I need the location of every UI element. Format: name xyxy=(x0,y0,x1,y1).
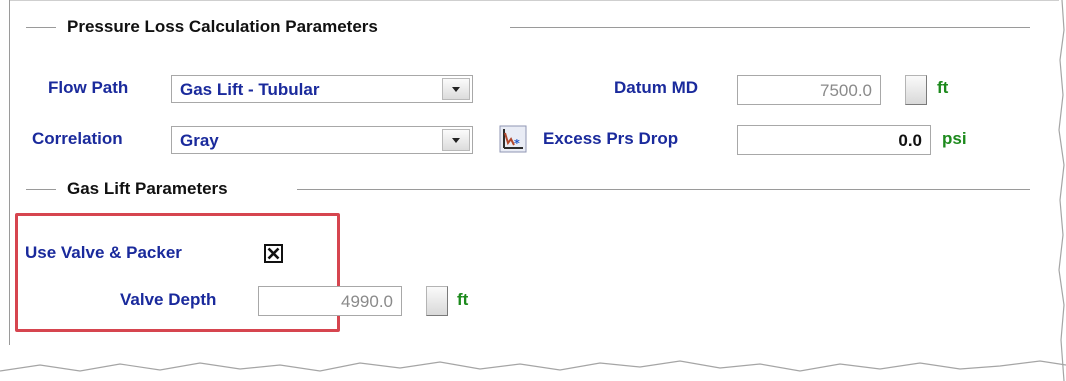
group-rule-right xyxy=(510,27,1030,28)
excess-prs-drop-unit: psi xyxy=(942,129,967,148)
valve-depth-label: Valve Depth xyxy=(120,290,217,309)
flow-path-dropdown[interactable]: Gas Lift - Tubular xyxy=(171,75,473,103)
datum-md-label: Datum MD xyxy=(614,78,699,97)
correlation-label: Correlation xyxy=(32,129,123,148)
chevron-down-icon xyxy=(452,137,460,143)
torn-edge-bottom xyxy=(0,360,1066,372)
excess-prs-drop-field[interactable]: 0.0 xyxy=(737,125,931,155)
datum-md-unit: ft xyxy=(937,78,949,97)
flow-path-dropdown-button[interactable] xyxy=(442,78,470,100)
correlation-dropdown[interactable]: Gray xyxy=(171,126,473,154)
group-rule-left xyxy=(26,27,56,28)
gas-lift-group-title: Gas Lift Parameters xyxy=(59,179,236,199)
correlation-dropdown-button[interactable] xyxy=(442,129,470,151)
valve-depth-unit-button[interactable] xyxy=(426,286,448,316)
panel-top-border xyxy=(9,0,1059,1)
flow-path-label: Flow Path xyxy=(48,78,129,97)
torn-edge-right xyxy=(1058,0,1065,381)
correlation-value: Gray xyxy=(180,131,219,150)
svg-text:*: * xyxy=(514,137,520,150)
datum-md-field[interactable]: 7500.0 xyxy=(737,75,881,105)
correlation-chart-icon[interactable]: * xyxy=(499,125,527,153)
panel-left-border xyxy=(9,0,10,345)
use-valve-packer-label: Use Valve & Packer xyxy=(25,243,182,262)
datum-md-unit-button[interactable] xyxy=(905,75,927,105)
gas-lift-rule-left xyxy=(26,189,56,190)
valve-depth-field[interactable]: 4990.0 xyxy=(258,286,402,316)
chevron-down-icon xyxy=(452,86,460,92)
pressure-loss-group-title: Pressure Loss Calculation Parameters xyxy=(59,17,386,37)
pressure-loss-panel: Pressure Loss Calculation Parameters Flo… xyxy=(0,0,1066,381)
gas-lift-rule-right xyxy=(297,189,1030,190)
use-valve-packer-checkbox[interactable] xyxy=(264,244,283,263)
excess-prs-drop-label: Excess Prs Drop xyxy=(543,129,679,148)
flow-path-value: Gas Lift - Tubular xyxy=(180,80,320,99)
x-check-icon xyxy=(267,247,280,260)
valve-depth-unit: ft xyxy=(457,290,469,309)
